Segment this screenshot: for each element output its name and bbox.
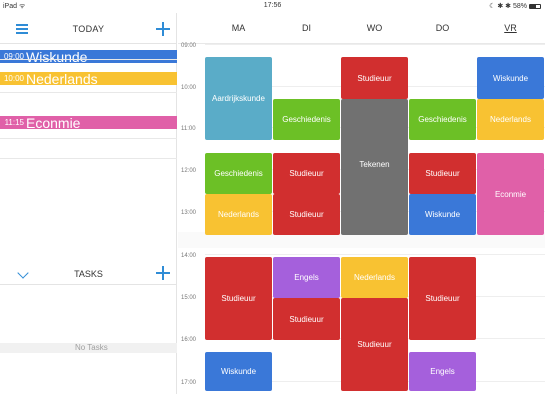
today-title: TODAY [72, 24, 105, 34]
day-header-wo[interactable]: WO [341, 13, 408, 43]
add-task-plus-icon[interactable] [156, 266, 170, 280]
clock: 17:56 [263, 2, 282, 9]
time-label: 10:00 [181, 85, 197, 91]
lesson-block[interactable]: Aardrijkskunde [205, 57, 272, 140]
lesson-subject: Nederlands [490, 115, 531, 124]
today-item-subject: Nederlands [26, 72, 98, 85]
lesson-subject: Studieuur [425, 294, 460, 303]
timetable: MA DI WO DO VR 09:00 10:00 11:00 12:00 13:00 14:00… [178, 13, 545, 394]
today-divider [0, 138, 177, 139]
today-header: TODAY [0, 13, 177, 44]
lesson-subject: Studieuur [357, 73, 392, 83]
lesson-block[interactable]: Nederlands [341, 257, 408, 298]
lesson-subject: Engels [430, 367, 455, 376]
lesson-block[interactable]: Studieuur [341, 57, 408, 99]
lesson-block[interactable]: Nederlands [477, 99, 544, 140]
left-panel: TODAY 09:00 Wiskunde 10:00 Nederlands 11:15 E… [0, 13, 177, 394]
today-item-time: 11:15 [4, 118, 24, 127]
lesson-block[interactable]: Wiskunde [409, 194, 476, 235]
today-item-subject: Wiskunde [26, 50, 88, 63]
lesson-subject: Engels [294, 273, 319, 282]
today-item[interactable]: 09:00 Wiskunde [0, 50, 177, 63]
time-label: 09:00 [181, 43, 197, 49]
battery-icon [529, 3, 541, 9]
time-label: 11:00 [181, 126, 196, 132]
lesson-block[interactable]: Studieuur [273, 153, 340, 194]
lesson-subject: Wiskunde [424, 210, 461, 219]
lesson-block[interactable]: Engels [273, 257, 340, 298]
today-item-time: 10:00 [3, 74, 24, 83]
time-label: 12:00 [181, 168, 197, 174]
lesson-subject: Nederlands [354, 273, 395, 282]
battery-percentage: ☾ ✱ ✱ 58% [489, 3, 527, 10]
lesson-subject: Wiskunde [220, 367, 257, 376]
time-label: 14:00 [181, 253, 197, 259]
tasks-header: TASKS [0, 263, 177, 285]
lesson-subject: Studieuur [289, 210, 324, 219]
lesson-block[interactable]: Econmie [477, 153, 544, 235]
lesson-subject: Geschiedenis [418, 115, 467, 124]
lesson-block[interactable]: Studieuur [409, 257, 476, 340]
lesson-subject: Tekenen [359, 160, 390, 169]
lesson-subject: Nederlands [218, 210, 259, 219]
today-divider [0, 92, 177, 93]
lesson-block[interactable]: Studieuur [205, 257, 272, 340]
hour-gridline [205, 254, 545, 255]
lesson-subject: Aardrijkskunde [212, 94, 265, 103]
lesson-block[interactable]: Engels [409, 352, 476, 391]
lesson-subject: Studieuur [357, 340, 392, 349]
lesson-block[interactable]: Geschiedenis [409, 99, 476, 140]
lesson-block[interactable]: Wiskunde [205, 352, 272, 391]
lesson-block[interactable]: Wiskunde [477, 57, 544, 99]
lesson-block[interactable]: Geschiedenis [205, 153, 272, 194]
day-header-di[interactable]: DI [273, 13, 340, 43]
today-divider [0, 59, 177, 60]
lesson-subject: Studieuur [289, 314, 324, 324]
time-label: 13:00 [181, 210, 197, 216]
lesson-subject: Wiskunde [492, 73, 529, 83]
today-item[interactable]: 10:00 Nederlands [0, 72, 177, 85]
lesson-block[interactable]: Geschiedenis [273, 99, 340, 140]
lesson-subject: Studieuur [425, 169, 460, 178]
day-header-ma[interactable]: MA [205, 13, 272, 43]
lesson-subject: Studieuur [221, 294, 256, 303]
tasks-title: TASKS [74, 269, 103, 279]
lesson-subject: Geschiedenis [282, 115, 331, 124]
lesson-block[interactable]: Studieuur [409, 153, 476, 194]
day-header-vr[interactable]: VR [477, 13, 544, 43]
time-label: 15:00 [181, 295, 197, 301]
time-label: 16:00 [181, 337, 197, 343]
hour-gridline [205, 44, 545, 45]
no-tasks-label: No Tasks [0, 343, 177, 353]
today-item-subject: Econmie [26, 116, 81, 129]
day-header-do[interactable]: DO [409, 13, 476, 43]
status-icons: ☾ ✱ ✱ 58% [489, 2, 541, 10]
today-divider [0, 158, 177, 159]
lesson-subject: Geschiedenis [214, 169, 263, 178]
lesson-block[interactable]: Studieuur [273, 194, 340, 235]
lesson-subject: Studieuur [289, 169, 324, 178]
lesson-block[interactable]: Tekenen [341, 99, 408, 235]
add-today-plus-icon[interactable] [156, 22, 170, 36]
today-item[interactable]: 11:15 Econmie [0, 116, 177, 129]
lesson-block[interactable]: Nederlands [205, 194, 272, 235]
lesson-subject: Econmie [494, 189, 527, 199]
lesson-block[interactable]: Studieuur [341, 298, 408, 391]
lesson-block[interactable]: Studieuur [273, 298, 340, 340]
status-bar: iPad ᯤ 17:56 ☾ ✱ ✱ 58% [0, 0, 545, 13]
time-label: 17:00 [181, 380, 197, 386]
